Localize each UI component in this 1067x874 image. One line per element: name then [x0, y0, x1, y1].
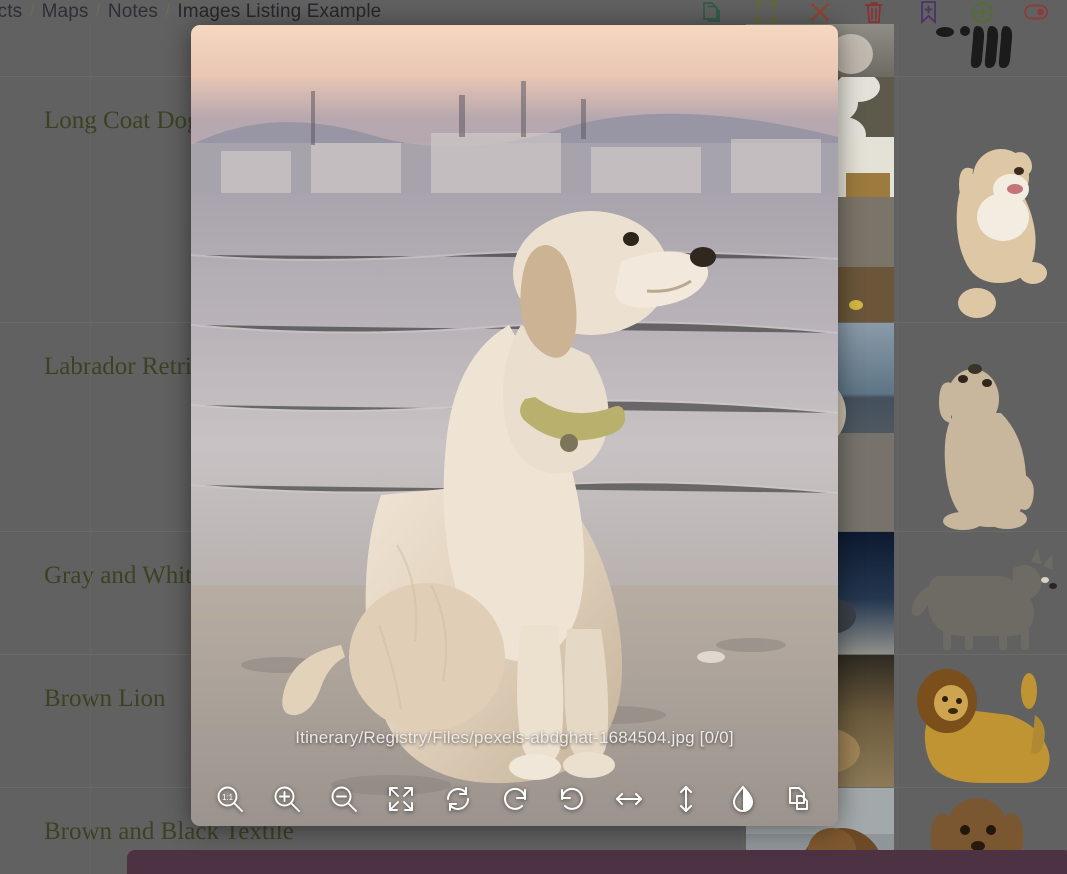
cutout-brown-lion[interactable] — [903, 655, 1059, 787]
viewer-toolbar: 1:1 — [191, 782, 838, 816]
crop-icon[interactable] — [753, 0, 779, 25]
contrast-icon[interactable] — [726, 782, 760, 816]
breadcrumb-separator: / — [95, 1, 101, 22]
toggle-icon[interactable] — [1023, 0, 1049, 25]
cutout-cream-poodle[interactable] — [903, 77, 1059, 322]
row-cutout-cell[interactable] — [895, 655, 1067, 787]
cutout-black-white-dog[interactable] — [903, 24, 1059, 77]
breadcrumb-separator: / — [165, 1, 171, 22]
breadcrumb: ojects / Maps / Notes / Images Listing E… — [0, 1, 381, 23]
svg-text:1:1: 1:1 — [221, 793, 233, 802]
breadcrumb-item-0[interactable]: ojects — [0, 1, 22, 23]
top-toolbar — [699, 0, 1049, 25]
column-divider-cutout — [897, 24, 898, 874]
top-bar: ojects / Maps / Notes / Images Listing E… — [0, 0, 1067, 24]
cutout-gray-wolf[interactable] — [903, 532, 1059, 654]
row-cutout-cell[interactable] — [895, 323, 1067, 531]
rotate-left-icon[interactable] — [498, 782, 532, 816]
close-icon[interactable] — [807, 0, 833, 25]
zoom-in-icon[interactable] — [270, 782, 304, 816]
breadcrumb-item-3[interactable]: Images Listing Example — [177, 1, 381, 23]
image-viewer-overlay[interactable]: Itinerary/Registry/Files/pexels-abdghat-… — [191, 25, 838, 826]
viewer-filename: Itinerary/Registry/Files/pexels-abdghat-… — [295, 728, 734, 747]
duplicate-icon[interactable] — [699, 0, 725, 25]
status-bar — [127, 850, 1067, 874]
column-divider-left — [90, 24, 91, 874]
trash-icon[interactable] — [861, 0, 887, 25]
row-cutout-cell[interactable] — [895, 24, 1067, 77]
row-cutout-cell[interactable] — [895, 77, 1067, 322]
fit-to-window-icon[interactable] — [384, 782, 418, 816]
zoom-actual-size-icon[interactable]: 1:1 — [213, 782, 247, 816]
copy-icon[interactable] — [783, 782, 817, 816]
reset-rotation-icon[interactable] — [441, 782, 475, 816]
cutout-labrador-sitting[interactable] — [903, 323, 1059, 531]
bookmark-add-icon[interactable] — [915, 0, 941, 25]
flip-horizontal-icon[interactable] — [612, 782, 646, 816]
breadcrumb-item-1[interactable]: Maps — [42, 1, 89, 23]
rotate-right-icon[interactable] — [555, 782, 589, 816]
row-cutout-cell[interactable] — [895, 532, 1067, 654]
zoom-out-icon[interactable] — [327, 782, 361, 816]
app-root: Long Coat Dog Labrador Retriever Gray an… — [0, 0, 1067, 874]
breadcrumb-item-2[interactable]: Notes — [108, 1, 158, 23]
breadcrumb-separator: / — [29, 1, 35, 22]
flip-vertical-icon[interactable] — [669, 782, 703, 816]
viewer-photo[interactable] — [191, 25, 838, 826]
plus-circle-icon[interactable] — [969, 0, 995, 25]
